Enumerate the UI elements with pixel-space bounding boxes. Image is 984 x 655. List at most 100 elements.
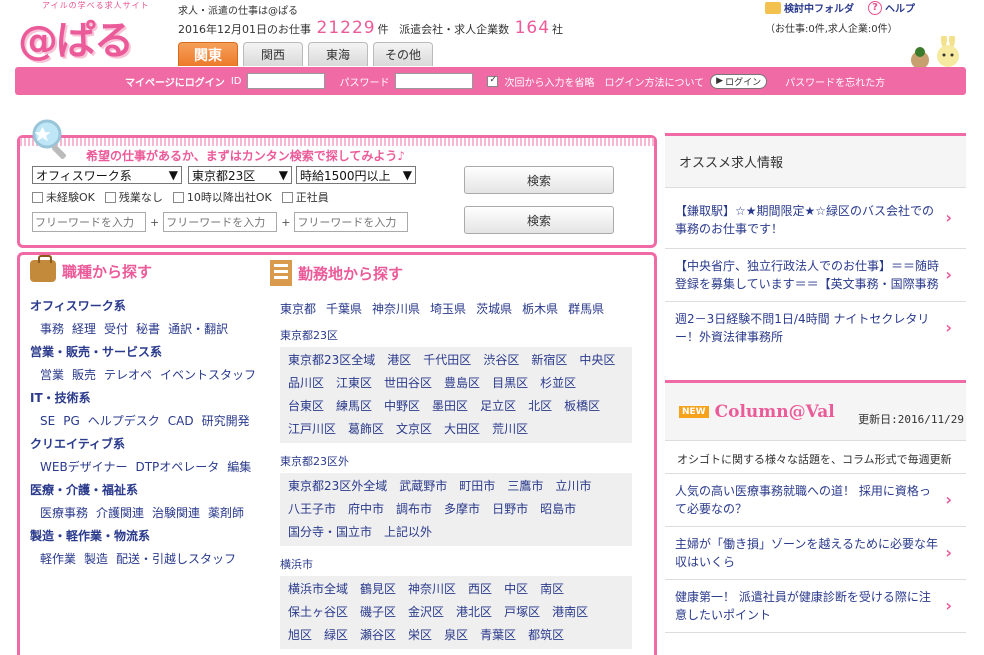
area-link[interactable]: 墨田区 xyxy=(432,395,468,418)
area-link[interactable]: 文京区 xyxy=(396,418,432,441)
job-subcategory-link[interactable]: 製造 xyxy=(84,548,108,571)
area-link[interactable]: 青葉区 xyxy=(480,624,516,647)
prefecture-link[interactable]: 群馬県 xyxy=(568,300,604,317)
folder-link[interactable]: 検討中フォルダ xyxy=(765,0,854,15)
job-subcategory-link[interactable]: SE xyxy=(40,410,55,433)
job-subcategory-link[interactable]: 研究開発 xyxy=(202,410,250,433)
area-link[interactable]: 杉並区 xyxy=(540,372,576,395)
tab-kanto[interactable]: 関東 xyxy=(178,42,238,66)
prefecture-link[interactable]: 栃木県 xyxy=(522,300,558,317)
area-link[interactable]: 八王子市 xyxy=(288,498,336,521)
recommended-item[interactable]: 【鎌取駅】☆★期間限定★☆緑区のバス会社での事務のお仕事です！ › xyxy=(665,188,966,249)
column-item[interactable]: 健康第一！ 派遣社員が健康診断を受ける際に注意したいポイント › xyxy=(665,580,966,633)
area-link[interactable]: 栄区 xyxy=(408,624,432,647)
area-link[interactable]: 立川市 xyxy=(555,475,591,498)
area-link[interactable]: 世田谷区 xyxy=(384,372,432,395)
tab-other[interactable]: その他 xyxy=(373,42,433,66)
freeword-input-3[interactable] xyxy=(294,212,409,232)
job-subcategory-link[interactable]: 介護関連 xyxy=(96,502,144,525)
job-category-link[interactable]: 製造・軽作業・物流系 xyxy=(30,525,260,548)
area-link[interactable]: 大田区 xyxy=(444,418,480,441)
area-link[interactable]: 磯子区 xyxy=(360,601,396,624)
area-link[interactable]: 東京都23区全域 xyxy=(288,349,375,372)
area-link[interactable]: 東京都23区外全域 xyxy=(288,475,387,498)
job-subcategory-link[interactable]: WEBデザイナー xyxy=(40,456,127,479)
checkbox-box[interactable] xyxy=(281,191,293,203)
checkbox-fulltime[interactable]: 正社員 xyxy=(281,189,329,205)
job-subcategory-link[interactable]: CAD xyxy=(168,410,194,433)
area-link[interactable]: 金沢区 xyxy=(408,601,444,624)
checkbox-no-overtime[interactable]: 残業なし xyxy=(104,189,163,205)
area-link[interactable]: 国分寺・国立市 xyxy=(288,521,372,544)
prefecture-link[interactable]: 茨城県 xyxy=(476,300,512,317)
search-button-conditions[interactable]: 検索 xyxy=(464,166,614,194)
freeword-input-2[interactable] xyxy=(163,212,278,232)
area-link[interactable]: 千代田区 xyxy=(423,349,471,372)
job-subcategory-link[interactable]: 通訳・翻訳 xyxy=(168,318,228,341)
area-link[interactable]: 江東区 xyxy=(336,372,372,395)
job-subcategory-link[interactable]: 秘書 xyxy=(136,318,160,341)
area-link[interactable]: 旭区 xyxy=(288,624,312,647)
remember-checkbox[interactable] xyxy=(487,75,499,87)
area-link[interactable]: 上記以外 xyxy=(384,521,432,544)
freeword-input-1[interactable] xyxy=(32,212,146,232)
forgot-password-link[interactable]: パスワードを忘れた方 xyxy=(785,74,885,89)
job-subcategory-link[interactable]: PG xyxy=(63,410,80,433)
job-subcategory-link[interactable]: 治験関連 xyxy=(152,502,200,525)
job-subcategory-link[interactable]: 編集 xyxy=(227,456,251,479)
job-subcategory-link[interactable]: 受付 xyxy=(104,318,128,341)
area-link[interactable]: 品川区 xyxy=(288,372,324,395)
search-button-freeword[interactable]: 検索 xyxy=(464,206,614,234)
job-subcategory-link[interactable]: DTPオペレータ xyxy=(135,456,219,479)
checkbox-box[interactable] xyxy=(32,191,43,203)
tab-kansai[interactable]: 関西 xyxy=(243,42,303,66)
area-link[interactable]: 北区 xyxy=(528,395,552,418)
area-link[interactable]: 港南区 xyxy=(552,601,588,624)
area-link[interactable]: 神奈川区 xyxy=(408,578,456,601)
prefecture-link[interactable]: 神奈川県 xyxy=(372,300,420,317)
job-subcategory-link[interactable]: 軽作業 xyxy=(40,548,76,571)
area-link[interactable]: 保土ヶ谷区 xyxy=(288,601,348,624)
job-subcategory-link[interactable]: 配送・引越しスタッフ xyxy=(116,548,236,571)
area-link[interactable]: 新宿区 xyxy=(531,349,567,372)
how-to-login-link[interactable]: ログイン方法について xyxy=(604,74,704,89)
area-link[interactable]: 練馬区 xyxy=(336,395,372,418)
site-logo[interactable]: @ぱる xyxy=(18,8,134,66)
area-link[interactable]: 三鷹市 xyxy=(507,475,543,498)
area-select[interactable]: 東京都23区 ▼ xyxy=(188,166,292,184)
area-link[interactable]: 南区 xyxy=(540,578,564,601)
area-link[interactable]: 瀬谷区 xyxy=(360,624,396,647)
area-link[interactable]: 中野区 xyxy=(384,395,420,418)
column-logo[interactable]: Column@Val xyxy=(715,402,835,422)
area-link[interactable]: 港区 xyxy=(387,349,411,372)
job-category-link[interactable]: IT・技術系 xyxy=(30,387,260,410)
prefecture-link[interactable]: 埼玉県 xyxy=(430,300,466,317)
area-link[interactable]: 鶴見区 xyxy=(360,578,396,601)
area-link[interactable]: 泉区 xyxy=(444,624,468,647)
tab-tokai[interactable]: 東海 xyxy=(308,42,368,66)
recommended-item[interactable]: 【中央省庁、独立行政法人でのお仕事】＝＝随時登録を募集しています＝＝【英文事務・… xyxy=(665,249,966,302)
area-link[interactable]: 足立区 xyxy=(480,395,516,418)
help-link[interactable]: ? ヘルプ xyxy=(868,0,915,15)
column-item[interactable]: 主婦が「働き損」ゾーンを越えるために必要な年収はいくら › xyxy=(665,527,966,580)
job-category-link[interactable]: オフィスワーク系 xyxy=(30,295,260,318)
job-category-link[interactable]: 医療・介護・福祉系 xyxy=(30,479,260,502)
job-subcategory-link[interactable]: テレオペ xyxy=(104,364,152,387)
area-link[interactable]: 中央区 xyxy=(579,349,615,372)
area-link[interactable]: 江戸川区 xyxy=(288,418,336,441)
job-subcategory-link[interactable]: 経理 xyxy=(72,318,96,341)
area-link[interactable]: 多摩市 xyxy=(444,498,480,521)
area-link[interactable]: 府中市 xyxy=(348,498,384,521)
area-link[interactable]: 港北区 xyxy=(456,601,492,624)
area-link[interactable]: 葛飾区 xyxy=(348,418,384,441)
job-category-link[interactable]: クリエイティブ系 xyxy=(30,433,260,456)
wage-select[interactable]: 時給1500円以上 ▼ xyxy=(296,166,416,184)
area-link[interactable]: 緑区 xyxy=(324,624,348,647)
job-type-select[interactable]: オフィスワーク系 ▼ xyxy=(32,166,182,184)
job-subcategory-link[interactable]: 事務 xyxy=(40,318,64,341)
area-link[interactable]: 武蔵野市 xyxy=(399,475,447,498)
area-link[interactable]: 渋谷区 xyxy=(483,349,519,372)
area-link[interactable]: 豊島区 xyxy=(444,372,480,395)
prefecture-link[interactable]: 東京都 xyxy=(280,300,316,317)
area-link[interactable]: 中区 xyxy=(504,578,528,601)
